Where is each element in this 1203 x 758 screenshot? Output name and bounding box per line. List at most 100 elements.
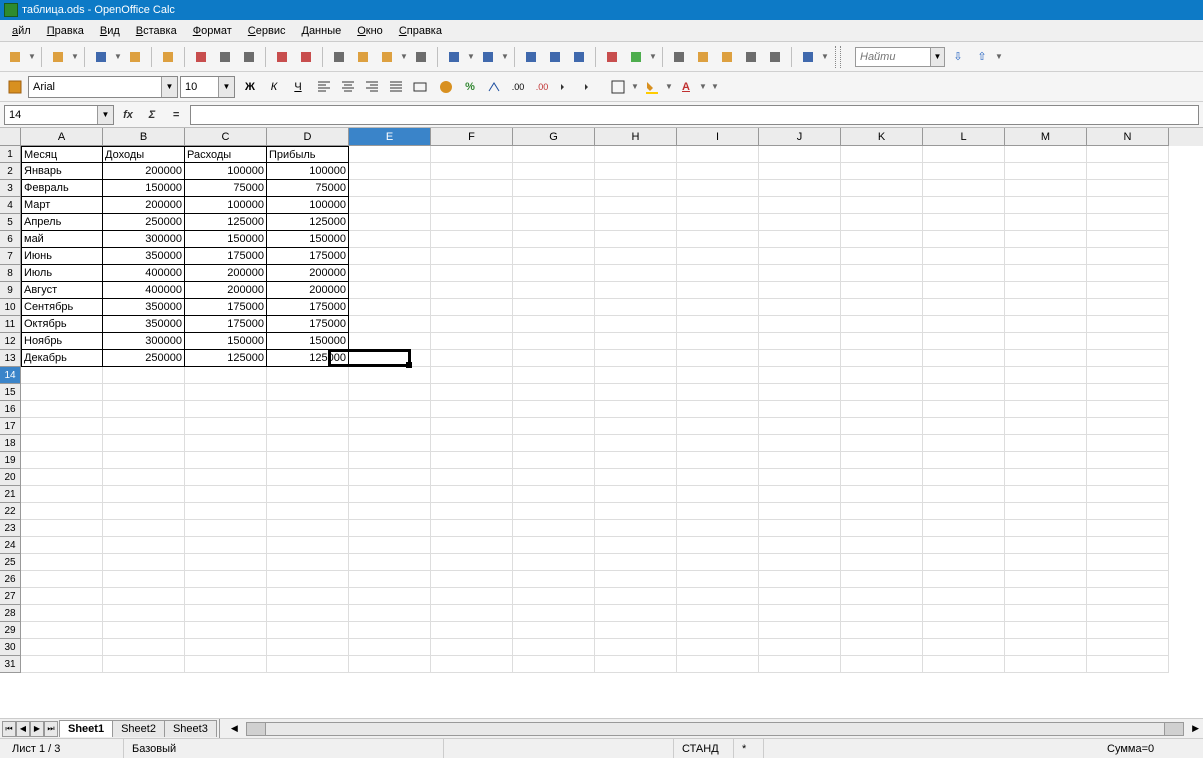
cell[interactable]: 150000	[267, 231, 349, 248]
cell[interactable]	[677, 282, 759, 299]
find-button[interactable]	[668, 46, 690, 68]
cell[interactable]	[103, 401, 185, 418]
cell[interactable]	[923, 486, 1005, 503]
cell[interactable]	[923, 316, 1005, 333]
cell[interactable]	[513, 554, 595, 571]
cell[interactable]	[923, 452, 1005, 469]
cell[interactable]	[1087, 231, 1169, 248]
show-draw-button[interactable]	[625, 46, 647, 68]
hscroll-right-button[interactable]: ▶	[1188, 723, 1203, 734]
cell[interactable]	[513, 231, 595, 248]
row-header[interactable]: 21	[0, 486, 21, 503]
cell[interactable]	[103, 639, 185, 656]
cell[interactable]	[759, 639, 841, 656]
cell[interactable]	[923, 146, 1005, 163]
cell[interactable]	[841, 333, 923, 350]
dropdown-icon[interactable]: ▼	[114, 52, 122, 61]
cell[interactable]: Январь	[21, 163, 103, 180]
cell[interactable]	[267, 588, 349, 605]
cell[interactable]: 400000	[103, 265, 185, 282]
cell[interactable]	[1005, 265, 1087, 282]
cell[interactable]	[841, 197, 923, 214]
cell[interactable]	[759, 435, 841, 452]
menu-item[interactable]: Справка	[399, 25, 442, 37]
cell[interactable]	[513, 163, 595, 180]
cell[interactable]	[349, 571, 431, 588]
cell[interactable]	[349, 316, 431, 333]
cell[interactable]	[103, 571, 185, 588]
dropdown-icon[interactable]: ▼	[665, 82, 673, 91]
styles-icon[interactable]	[4, 76, 26, 98]
cell[interactable]	[595, 452, 677, 469]
cell[interactable]	[1087, 282, 1169, 299]
cell[interactable]: 300000	[103, 333, 185, 350]
cell[interactable]	[185, 486, 267, 503]
cell[interactable]	[677, 605, 759, 622]
row-header[interactable]: 9	[0, 282, 21, 299]
edit-mode-button[interactable]	[157, 46, 179, 68]
cell[interactable]	[677, 333, 759, 350]
cell[interactable]	[677, 452, 759, 469]
dropdown-icon[interactable]: ▼	[400, 52, 408, 61]
cell[interactable]	[513, 265, 595, 282]
cell[interactable]	[923, 282, 1005, 299]
dropdown-icon[interactable]: ▼	[631, 82, 639, 91]
cell[interactable]	[677, 486, 759, 503]
cell[interactable]	[677, 231, 759, 248]
menu-item[interactable]: айл	[12, 25, 31, 37]
cell[interactable]	[677, 418, 759, 435]
cell[interactable]	[267, 554, 349, 571]
cell[interactable]: 175000	[267, 248, 349, 265]
cell[interactable]	[103, 486, 185, 503]
cell[interactable]	[1005, 554, 1087, 571]
cell[interactable]	[677, 537, 759, 554]
cell[interactable]	[759, 146, 841, 163]
cell[interactable]	[1087, 469, 1169, 486]
cell[interactable]	[1005, 486, 1087, 503]
dropdown-icon[interactable]: ▼	[161, 77, 177, 97]
cell[interactable]	[841, 418, 923, 435]
cell[interactable]: Прибыль	[267, 146, 349, 163]
cell[interactable]	[103, 469, 185, 486]
sheet-tab[interactable]: Sheet2	[112, 720, 165, 737]
cell[interactable]	[1005, 503, 1087, 520]
cell[interactable]	[349, 520, 431, 537]
cell[interactable]	[21, 401, 103, 418]
row-header[interactable]: 28	[0, 605, 21, 622]
cell[interactable]	[513, 197, 595, 214]
cell[interactable]	[1005, 282, 1087, 299]
cell[interactable]	[103, 520, 185, 537]
last-sheet-button[interactable]: ⏭	[44, 721, 58, 737]
cell[interactable]	[595, 265, 677, 282]
cell[interactable]	[595, 214, 677, 231]
cell[interactable]	[923, 503, 1005, 520]
row-header[interactable]: 6	[0, 231, 21, 248]
cell[interactable]	[513, 503, 595, 520]
cell[interactable]	[431, 571, 513, 588]
cell[interactable]	[431, 435, 513, 452]
cell[interactable]	[1005, 214, 1087, 231]
cell[interactable]	[1005, 537, 1087, 554]
cell[interactable]	[513, 401, 595, 418]
datasources-button[interactable]	[740, 46, 762, 68]
cell[interactable]	[923, 265, 1005, 282]
cell[interactable]: Декабрь	[21, 350, 103, 367]
cell[interactable]	[1087, 537, 1169, 554]
justify-button[interactable]	[385, 76, 407, 98]
cell[interactable]	[677, 248, 759, 265]
cell[interactable]	[595, 146, 677, 163]
row-header[interactable]: 24	[0, 537, 21, 554]
cell[interactable]	[595, 401, 677, 418]
cell[interactable]	[267, 401, 349, 418]
column-header[interactable]: N	[1087, 128, 1169, 146]
dropdown-icon[interactable]: ▼	[97, 106, 113, 124]
preview-button[interactable]	[238, 46, 260, 68]
cell[interactable]	[841, 282, 923, 299]
cell[interactable]	[759, 350, 841, 367]
cell[interactable]	[513, 537, 595, 554]
cell[interactable]	[923, 367, 1005, 384]
cell[interactable]	[677, 214, 759, 231]
cell[interactable]	[595, 316, 677, 333]
cell[interactable]: 100000	[185, 163, 267, 180]
cell[interactable]	[841, 265, 923, 282]
